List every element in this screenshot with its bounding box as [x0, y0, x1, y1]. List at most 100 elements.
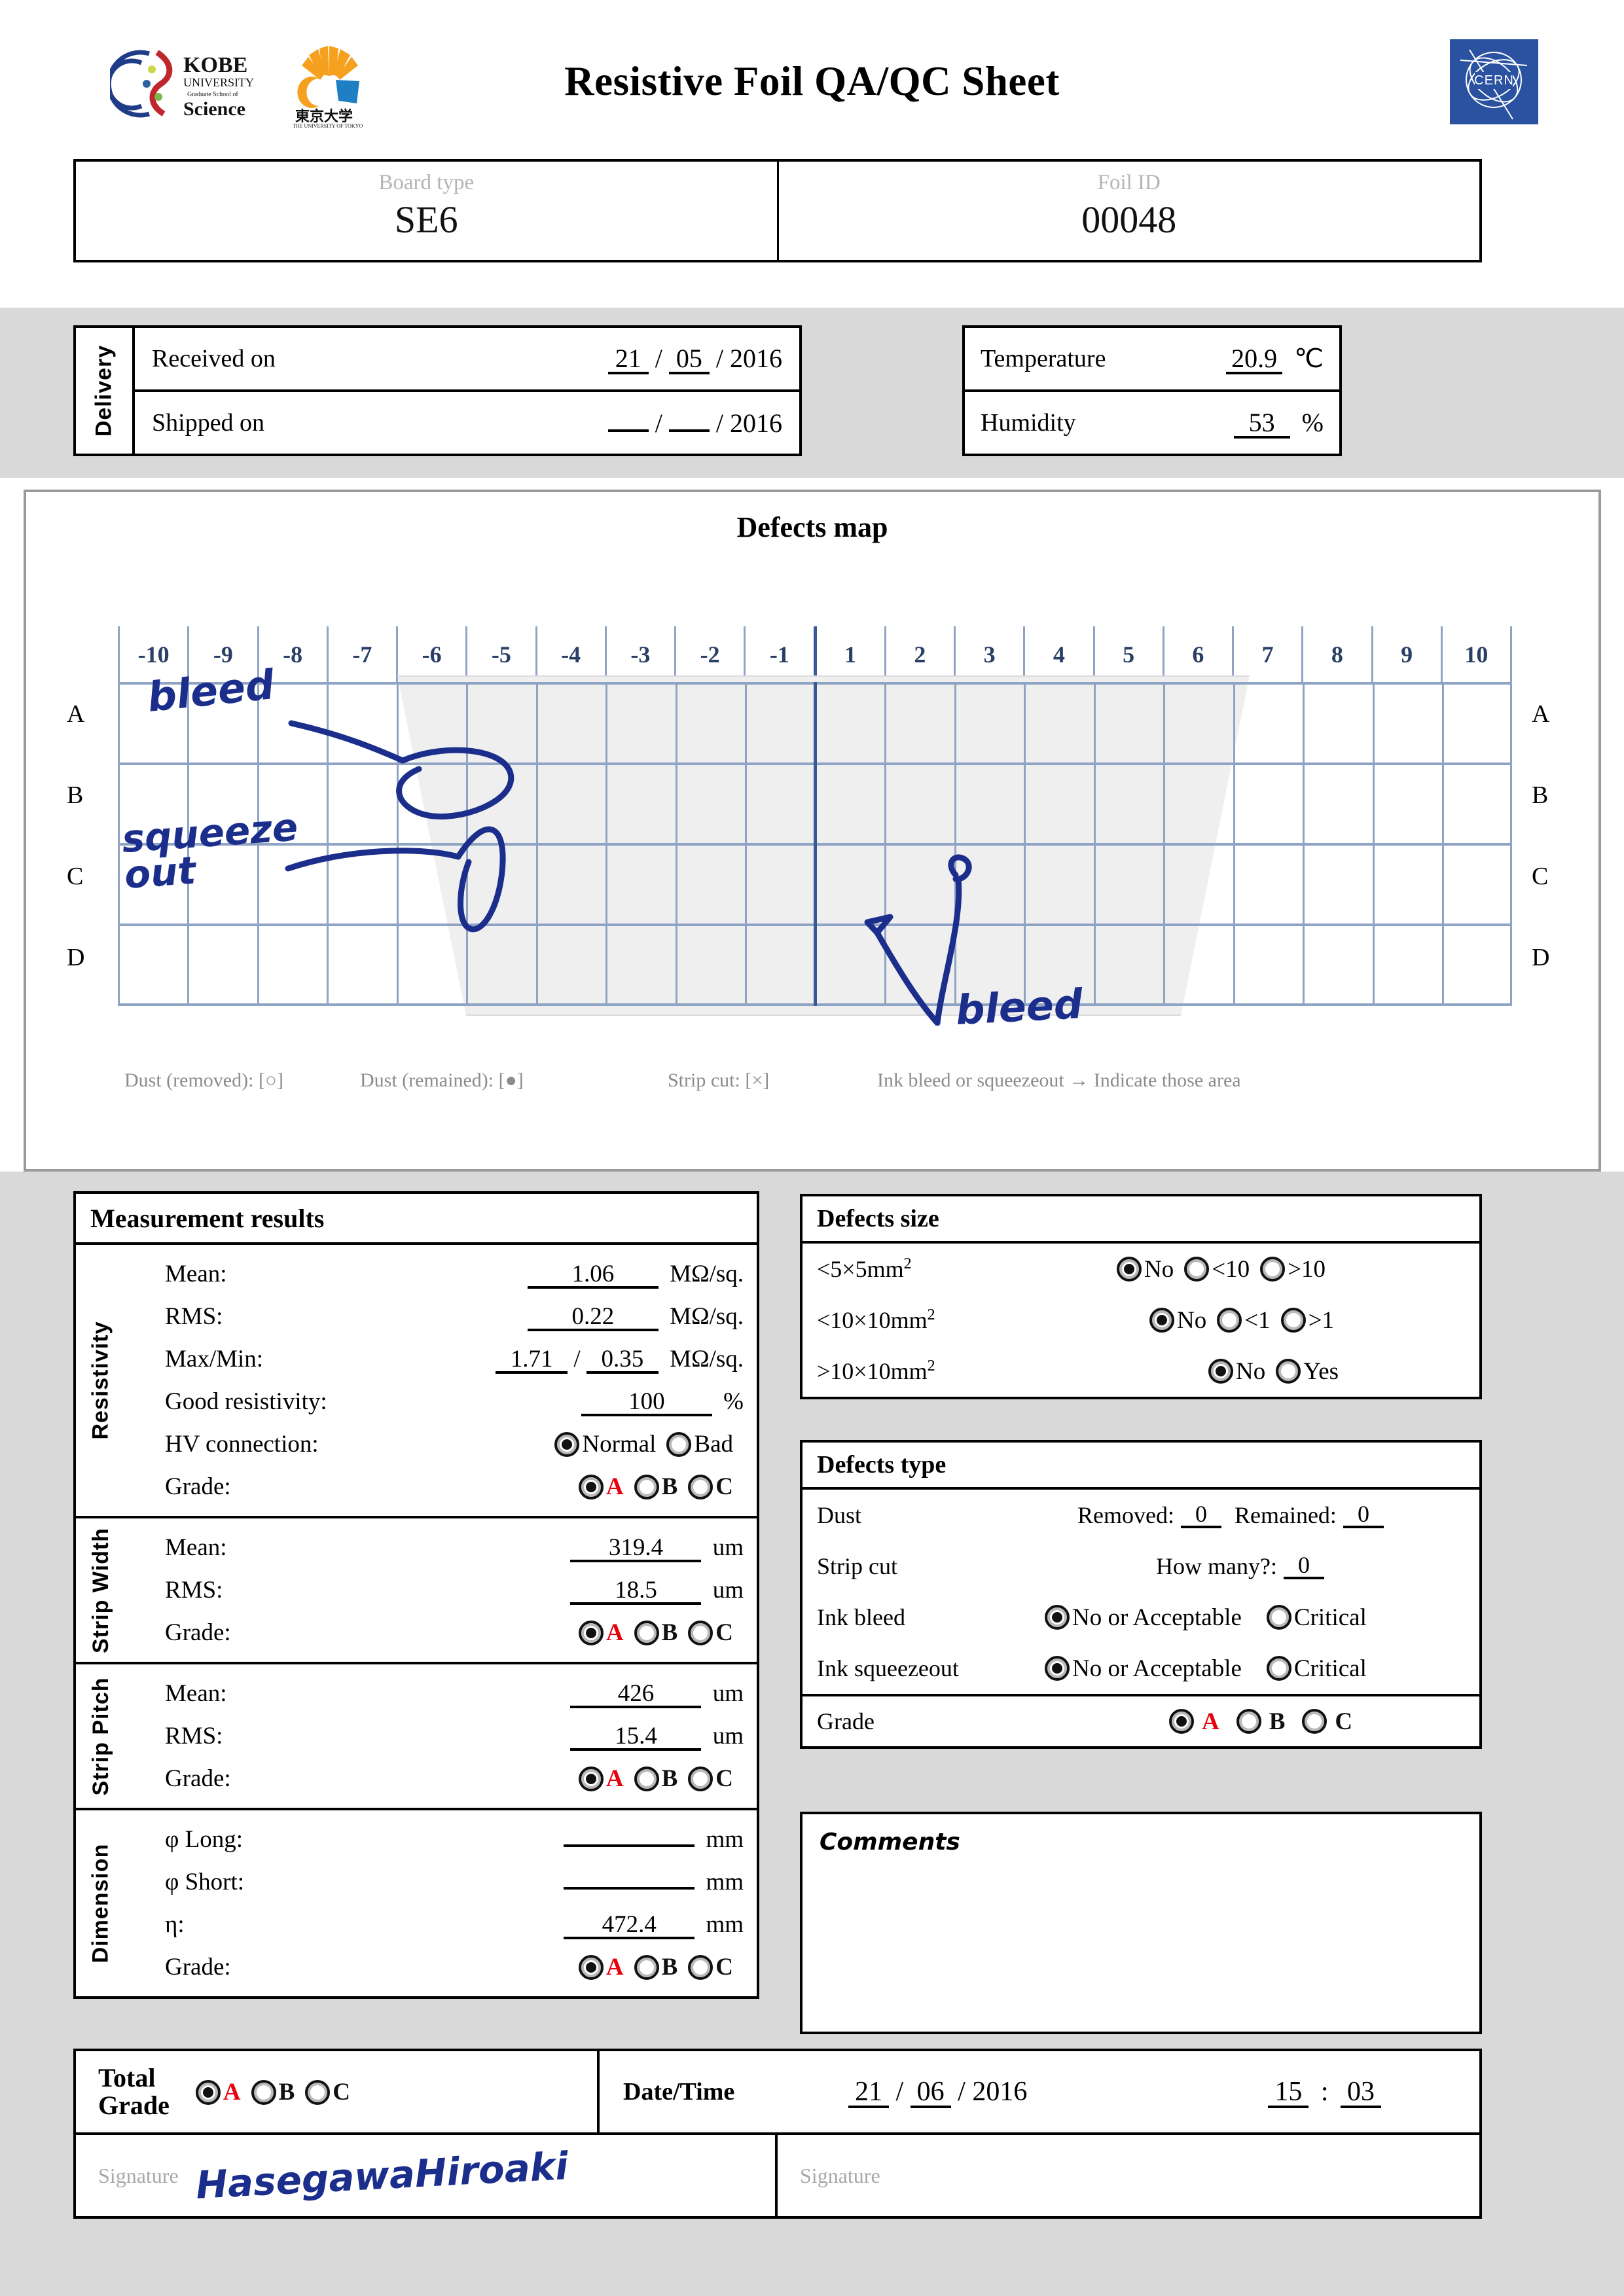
footer-panel: Total Grade A B C Date/Time 21 / 06 / 2016…	[73, 2049, 1482, 2219]
defects-size-gt10x10-options[interactable]: No Yes	[1208, 1357, 1349, 1386]
resistivity-max-value[interactable]: 1.71	[496, 1347, 568, 1374]
radio-resistivity-grade-a[interactable]	[578, 1475, 604, 1499]
radio-dimension-grade-b[interactable]	[634, 1955, 659, 1980]
radio-gt10x10-no[interactable]	[1208, 1359, 1233, 1384]
humidity-value-group[interactable]: 53 %	[1233, 407, 1324, 439]
radio-defects-grade-c[interactable]	[1302, 1709, 1327, 1734]
dimension-grade-options[interactable]: A B C	[578, 1953, 744, 1981]
radio-10x10-no[interactable]	[1149, 1308, 1174, 1333]
strip-width-rms-value-group[interactable]: 18.5 um	[570, 1576, 744, 1605]
humidity-value[interactable]: 53	[1233, 410, 1290, 439]
dimension-short-value-group[interactable]: mm	[564, 1868, 744, 1896]
dimension-long-value[interactable]	[564, 1844, 695, 1847]
resistivity-grade-options[interactable]: A B C	[578, 1473, 744, 1501]
footer-date-month[interactable]: 06	[910, 2078, 951, 2108]
signature-cell-1[interactable]: Signature HasegawaHiroaki	[76, 2135, 778, 2216]
radio-defects-grade-b[interactable]	[1236, 1709, 1261, 1734]
radio-strip-pitch-grade-b[interactable]	[634, 1767, 659, 1791]
radio-dimension-grade-c[interactable]	[688, 1955, 713, 1980]
strip-pitch-mean-value-group[interactable]: 426 um	[570, 1679, 744, 1708]
radio-strip-pitch-grade-a[interactable]	[578, 1767, 604, 1791]
radio-total-grade-c[interactable]	[305, 2079, 331, 2105]
resistivity-mean-value-group[interactable]: 1.06 MΩ/sq.	[527, 1260, 744, 1289]
shipped-month[interactable]	[668, 429, 710, 432]
defects-type-grade-options[interactable]: A B C	[1169, 1708, 1363, 1736]
radio-inkbleed-acceptable[interactable]	[1045, 1605, 1070, 1630]
radio-resistivity-grade-b[interactable]	[634, 1475, 659, 1499]
resistivity-hv-options[interactable]: Normal Bad	[554, 1430, 744, 1458]
defects-size-5x5-options[interactable]: No <10 >10	[1117, 1255, 1336, 1283]
radio-hv-normal[interactable]	[554, 1432, 580, 1457]
footer-date-value[interactable]: 21 / 06 / 2016	[848, 2076, 1027, 2108]
legend-ink-bleed: Ink bleed or squeezeout → Indicate those…	[877, 1069, 1241, 1091]
footer-time-min[interactable]: 03	[1341, 2078, 1381, 2108]
shipped-day[interactable]	[607, 429, 649, 432]
resistivity-good-unit: %	[723, 1388, 744, 1415]
radio-inkbleed-critical[interactable]	[1266, 1605, 1291, 1630]
inkbleed-options[interactable]: No or Acceptable Critical	[1045, 1604, 1377, 1632]
shipped-on-value[interactable]: / / 2016	[607, 408, 782, 439]
radio-total-grade-b[interactable]	[251, 2079, 276, 2105]
strip-pitch-rms-value-group[interactable]: 15.4 um	[570, 1722, 744, 1751]
resistivity-rms-value-group[interactable]: 0.22 MΩ/sq.	[527, 1302, 744, 1331]
radio-total-grade-a[interactable]	[195, 2079, 221, 2105]
radio-gt10x10-yes[interactable]	[1276, 1359, 1301, 1384]
temperature-value[interactable]: 20.9	[1226, 346, 1283, 374]
strip-width-rms-value[interactable]: 18.5	[570, 1578, 702, 1605]
radio-10x10-gt1[interactable]	[1280, 1308, 1306, 1333]
datetime-label: Date/Time	[623, 2078, 735, 2106]
resistivity-rms-value[interactable]: 0.22	[527, 1304, 659, 1331]
temperature-value-group[interactable]: 20.9 ℃	[1226, 343, 1324, 374]
dimension-long-row: φ Long: mm	[126, 1818, 757, 1861]
radio-inksqueeze-acceptable[interactable]	[1045, 1656, 1070, 1681]
dust-removed-value[interactable]: 0	[1180, 1502, 1221, 1528]
footer-date-day[interactable]: 21	[848, 2078, 889, 2108]
shipped-on-row: Shipped on / / 2016	[135, 389, 799, 454]
signature-value-1[interactable]: HasegawaHiroaki	[194, 2144, 569, 2208]
dimension-long-value-group[interactable]: mm	[564, 1825, 744, 1854]
strip-width-mean-value[interactable]: 319.4	[570, 1535, 702, 1562]
radio-inksqueeze-critical[interactable]	[1266, 1656, 1291, 1681]
radio-dimension-grade-a[interactable]	[578, 1955, 604, 1980]
radio-5x5-lt10[interactable]	[1184, 1257, 1210, 1282]
dust-remained-value[interactable]: 0	[1343, 1502, 1384, 1528]
radio-strip-pitch-grade-c[interactable]	[688, 1767, 713, 1791]
radio-strip-width-grade-a[interactable]	[578, 1621, 604, 1645]
stripcut-howmany-value[interactable]: 0	[1283, 1553, 1324, 1579]
strip-pitch-rms-value[interactable]: 15.4	[570, 1724, 702, 1751]
stripcut-count[interactable]: How many?: 0	[1156, 1552, 1324, 1580]
received-day[interactable]: 21	[607, 346, 649, 374]
footer-time-value[interactable]: 15 : 03	[1268, 2076, 1381, 2108]
dimension-eta-value[interactable]: 472.4	[564, 1912, 695, 1939]
strip-width-grade-options[interactable]: A B C	[578, 1619, 744, 1647]
strip-pitch-grade-options[interactable]: A B C	[578, 1765, 744, 1793]
resistivity-min-value[interactable]: 0.35	[586, 1347, 659, 1374]
resistivity-maxmin-value-group[interactable]: 1.71 / 0.35 MΩ/sq.	[496, 1345, 744, 1374]
footer-time-hour[interactable]: 15	[1268, 2078, 1309, 2108]
received-month[interactable]: 05	[668, 346, 710, 374]
resistivity-good-value-group[interactable]: 100 %	[581, 1388, 744, 1416]
total-grade-options[interactable]: A B C	[195, 2078, 361, 2106]
strip-width-mean-value-group[interactable]: 319.4 um	[570, 1534, 744, 1562]
dimension-short-value[interactable]	[564, 1887, 695, 1890]
inksqueeze-options[interactable]: No or Acceptable Critical	[1045, 1655, 1377, 1683]
resistivity-good-value[interactable]: 100	[581, 1390, 712, 1416]
radio-5x5-no[interactable]	[1117, 1257, 1142, 1282]
received-on-value[interactable]: 21 / 05 / 2016	[607, 343, 782, 374]
dimension-eta-value-group[interactable]: 472.4 mm	[564, 1910, 744, 1939]
radio-hv-bad[interactable]	[666, 1432, 692, 1457]
radio-resistivity-grade-c[interactable]	[688, 1475, 713, 1499]
strip-pitch-mean-value[interactable]: 426	[570, 1681, 702, 1708]
identification-table: Board type SE6 Foil ID 00048	[73, 159, 1482, 262]
radio-10x10-lt1[interactable]	[1217, 1308, 1242, 1333]
resistivity-mean-value[interactable]: 1.06	[527, 1262, 659, 1289]
dust-counts[interactable]: Removed: 0 Remained: 0	[1077, 1501, 1384, 1529]
comments-value[interactable]	[820, 1874, 1462, 2021]
radio-strip-width-grade-b[interactable]	[634, 1621, 659, 1645]
signature-cell-2[interactable]: Signature	[778, 2135, 1479, 2216]
defects-size-10x10-options[interactable]: No <1 >1	[1149, 1306, 1344, 1335]
radio-5x5-gt10[interactable]	[1260, 1257, 1286, 1282]
radio-strip-width-grade-c[interactable]	[688, 1621, 713, 1645]
radio-defects-grade-a[interactable]	[1169, 1709, 1194, 1734]
comments-panel[interactable]: Comments	[800, 1812, 1482, 2034]
